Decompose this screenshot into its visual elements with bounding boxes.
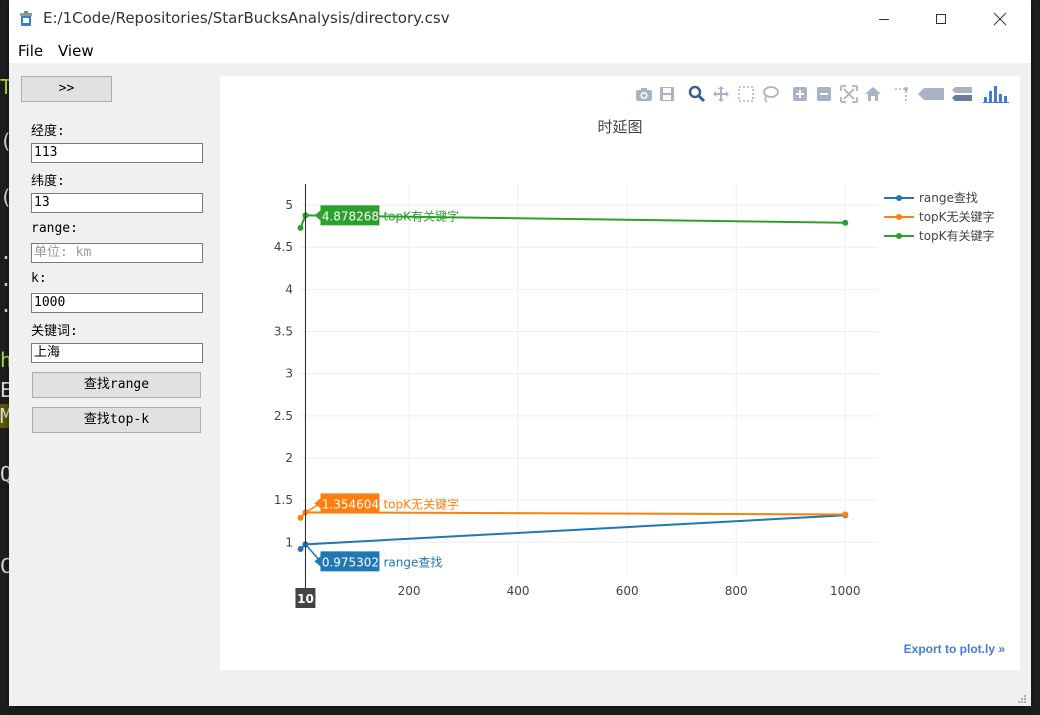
- range-input[interactable]: 单位: km: [31, 243, 203, 263]
- app-window: E:/1Code/Repositories/StarBucksAnalysis/…: [9, 0, 1031, 706]
- close-button[interactable]: [977, 0, 1023, 38]
- plot-container: 时延图 1 1.5 2 2.5 3 3.5 4 4.5 5 200 400 600 800 1000 1…: [220, 76, 1020, 670]
- data-point: [842, 219, 849, 226]
- y-tick-label: 4.5: [274, 240, 293, 254]
- legend-swatch-marker: [896, 214, 902, 220]
- close-icon: [993, 12, 1007, 26]
- legend-label[interactable]: topK有关键字: [919, 228, 995, 243]
- data-point: [297, 224, 304, 231]
- latency-chart[interactable]: 时延图 1 1.5 2 2.5 3 3.5 4 4.5 5 200 400 600 800 1000 1…: [220, 76, 1020, 670]
- search-topk-button[interactable]: 查找top-k: [32, 407, 201, 433]
- hover-series-name: topK无关键字: [383, 496, 459, 511]
- hover-series-name: topK有关键字: [383, 208, 459, 223]
- series-line-2: [299, 214, 846, 229]
- series-line-1: [299, 511, 846, 519]
- hover-pointer: [314, 210, 321, 221]
- y-tick-label: 4: [285, 282, 293, 296]
- y-tick-label: 1.5: [274, 493, 293, 507]
- x-tick-label: 800: [725, 584, 748, 598]
- legend-swatch-marker: [896, 233, 902, 239]
- range-label: range:: [31, 221, 78, 236]
- keyword-label: 关键词:: [31, 324, 78, 339]
- x-axis-ticks: 200 400 600 800 1000: [398, 584, 861, 598]
- minimize-button[interactable]: [861, 0, 907, 38]
- hover-series-name: range查找: [383, 555, 442, 569]
- latitude-label: 纬度:: [31, 174, 65, 189]
- keyword-input[interactable]: 上海: [31, 343, 203, 363]
- title-bar[interactable]: E:/1Code/Repositories/StarBucksAnalysis/…: [9, 0, 1031, 38]
- y-axis-ticks: 1 1.5 2 2.5 3 3.5 4 4.5 5: [274, 198, 293, 549]
- x-tick-label: 1000: [830, 584, 861, 598]
- data-point: [297, 546, 304, 553]
- legend[interactable]: range查找 topK无关键字 topK有关键字: [884, 191, 995, 243]
- latitude-input[interactable]: 13: [31, 193, 203, 213]
- y-tick-label: 3.5: [274, 325, 293, 339]
- data-point: [842, 511, 849, 518]
- app-icon: [20, 11, 32, 26]
- grid-lines: [300, 184, 878, 576]
- menu-view[interactable]: View: [58, 42, 94, 60]
- longitude-input[interactable]: 113: [31, 143, 203, 163]
- y-tick-label: 1: [285, 535, 293, 549]
- maximize-icon: [936, 14, 946, 24]
- series-line-0: [299, 514, 846, 550]
- y-tick-label: 5: [285, 198, 293, 212]
- window-title: E:/1Code/Repositories/StarBucksAnalysis/…: [43, 9, 450, 27]
- y-tick-label: 2: [285, 451, 293, 465]
- legend-label[interactable]: range查找: [919, 191, 978, 205]
- toggle-panel-button[interactable]: >>: [21, 76, 112, 102]
- search-range-button[interactable]: 查找range: [32, 372, 201, 398]
- query-panel: >> 经度: 113 纬度: 13 range: 单位: km k: 1000 …: [9, 63, 219, 706]
- k-label: k:: [31, 271, 47, 286]
- longitude-label: 经度:: [31, 124, 65, 139]
- y-tick-label: 2.5: [274, 409, 293, 423]
- menu-file[interactable]: File: [18, 42, 43, 60]
- menu-bar: File View: [9, 38, 1031, 63]
- resize-grip-icon[interactable]: [1017, 694, 1027, 704]
- legend-swatch-marker: [896, 195, 902, 201]
- hover-x-label: 10: [297, 592, 314, 606]
- y-tick-label: 3: [285, 367, 293, 381]
- maximize-button[interactable]: [918, 0, 964, 38]
- x-tick-label: 200: [398, 584, 421, 598]
- hover-value: 1.354604: [322, 497, 379, 511]
- k-input[interactable]: 1000: [31, 293, 203, 313]
- legend-label[interactable]: topK无关键字: [919, 209, 995, 224]
- export-link[interactable]: Export to plot.ly »: [904, 642, 1006, 656]
- hover-value: 0.975302: [322, 555, 379, 569]
- x-tick-label: 600: [616, 584, 639, 598]
- series-lines: [297, 212, 849, 553]
- minimize-icon: [879, 19, 889, 20]
- hover-value: 4.878268: [322, 209, 379, 223]
- data-point: [297, 514, 304, 521]
- chart-title: 时延图: [597, 118, 642, 136]
- x-tick-label: 400: [507, 584, 530, 598]
